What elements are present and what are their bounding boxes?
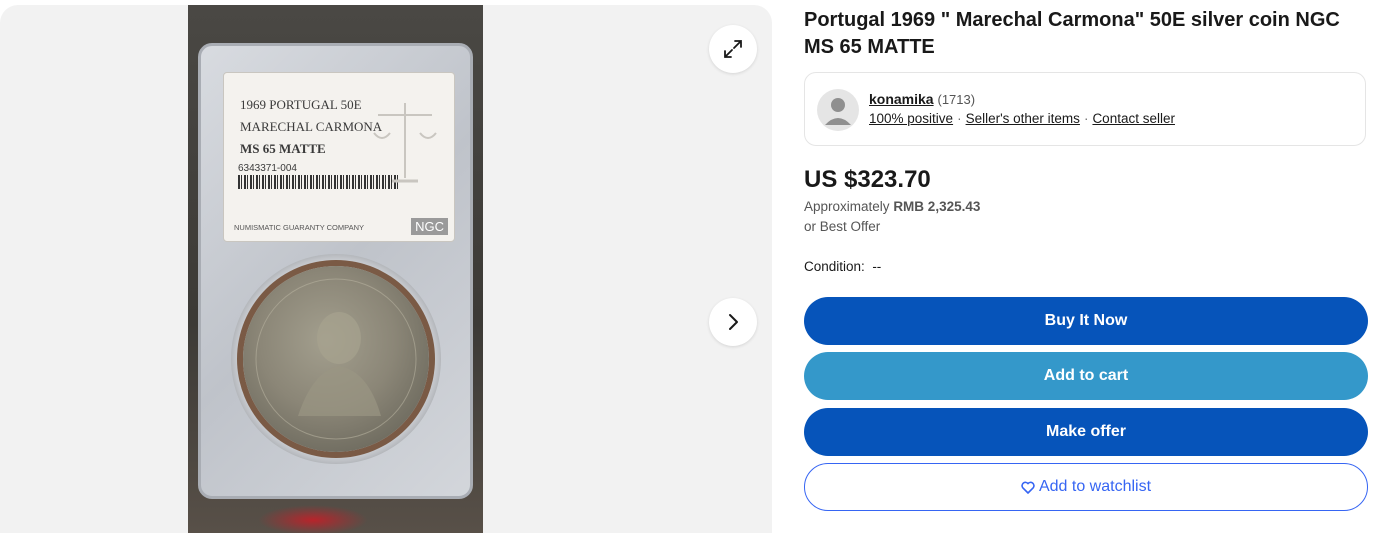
make-offer-button[interactable]: Make offer	[804, 408, 1368, 456]
approx-value: RMB 2,325.43	[893, 199, 981, 214]
coin-holder	[231, 254, 441, 464]
add-to-cart-label: Add to cart	[1043, 367, 1129, 384]
coin-portrait-icon	[255, 278, 417, 440]
make-offer-label: Make offer	[1045, 423, 1127, 440]
add-to-cart-button[interactable]: Add to cart	[804, 352, 1368, 400]
add-to-watchlist-label: Add to watchlist	[1038, 478, 1152, 495]
slab-label: 1969 PORTUGAL 50E MARECHAL CARMONA MS 65…	[223, 72, 455, 242]
seller-name-link[interactable]: konamika	[869, 91, 934, 107]
condition-label: Condition:	[804, 259, 865, 274]
best-offer-note: or Best Offer	[804, 219, 881, 234]
slab-label-line1: 1969 PORTUGAL 50E	[240, 97, 362, 112]
buy-it-now-button[interactable]: Buy It Now	[804, 297, 1368, 345]
user-avatar-icon	[825, 98, 851, 125]
ngc-logo: NGC	[411, 218, 448, 235]
slab-cert-number: 6343371-004	[238, 163, 297, 174]
coin-slab: 1969 PORTUGAL 50E MARECHAL CARMONA MS 65…	[198, 43, 473, 499]
scales-icon	[373, 103, 437, 183]
listing-title: Portugal 1969 " Marechal Carmona" 50E si…	[804, 9, 1340, 58]
seller-name-row: konamika (1713)	[869, 91, 975, 107]
contact-seller-link[interactable]: Contact seller	[1092, 111, 1175, 126]
coin-image	[243, 266, 429, 452]
condition-value: --	[872, 259, 882, 274]
positive-feedback-link[interactable]: 100% positive	[869, 111, 953, 126]
background-stain	[258, 505, 368, 533]
add-to-watchlist-button[interactable]: Add to watchlist	[804, 463, 1368, 511]
seller-feedback-count: (1713)	[937, 92, 976, 107]
separator-dot: ·	[957, 111, 962, 126]
slab-label-grade: MS 65 MATTE	[240, 141, 326, 156]
heart-icon	[1021, 481, 1035, 494]
approx-price: Approximately RMB 2,325.43	[804, 199, 980, 214]
slab-label-line2: MARECHAL CARMONA	[240, 119, 383, 134]
chevron-right-icon	[729, 314, 738, 330]
slab-company: NUMISMATIC GUARANTY COMPANY	[234, 223, 365, 232]
expand-icon	[724, 40, 742, 58]
separator-dot: ·	[1083, 111, 1089, 126]
approx-prefix: Approximately	[804, 199, 890, 214]
seller-links: 100% positive · Seller's other items · Conta…	[869, 111, 1175, 126]
condition-row: Condition: --	[804, 259, 881, 274]
seller-card: konamika (1713) 100% positive · Seller's o…	[804, 72, 1366, 146]
item-price: US $323.70	[804, 166, 931, 193]
seller-avatar[interactable]	[817, 89, 859, 131]
expand-image-button[interactable]	[709, 25, 757, 73]
next-image-button[interactable]	[709, 298, 757, 346]
image-gallery: 1969 PORTUGAL 50E MARECHAL CARMONA MS 65…	[0, 5, 772, 533]
buy-it-now-label: Buy It Now	[1044, 312, 1128, 329]
main-product-image[interactable]: 1969 PORTUGAL 50E MARECHAL CARMONA MS 65…	[188, 5, 483, 533]
seller-other-items-link[interactable]: Seller's other items	[966, 111, 1080, 126]
